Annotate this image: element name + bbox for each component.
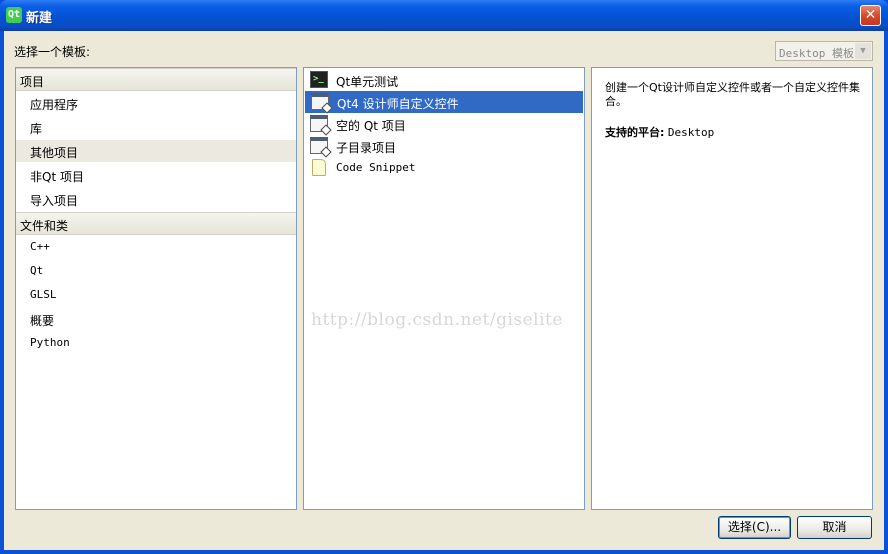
document-icon (312, 159, 326, 176)
qt-logo-icon: Qt (6, 7, 22, 23)
template-filter-select[interactable]: Desktop 模板 ▼ (775, 41, 873, 61)
chevron-down-icon[interactable]: ▼ (855, 43, 871, 59)
platform-label: 支持的平台: (605, 126, 665, 139)
category-list: 项目 应用程序 库 其他项目 非Qt 项目 导入项目 文件和类 C++ Qt G… (15, 67, 297, 510)
category-item-glsl[interactable]: GLSL (16, 284, 296, 306)
window-icon (310, 115, 328, 132)
category-header-files: 文件和类 (16, 212, 296, 235)
window-icon (310, 137, 328, 154)
dialog-body: 选择一个模板: Desktop 模板 ▼ 项目 应用程序 库 其他项目 非Qt … (4, 31, 884, 550)
choose-button[interactable]: 选择(C)... (718, 516, 791, 539)
title-bar[interactable]: Qt 新建 ✕ (0, 0, 888, 31)
close-icon: ✕ (864, 7, 877, 23)
template-item-designer-custom-widget[interactable]: Qt4 设计师自定义控件 (305, 91, 583, 113)
category-item-other-projects[interactable]: 其他项目 (16, 140, 296, 162)
category-item-cpp[interactable]: C++ (16, 236, 296, 258)
category-header-projects: 项目 (16, 68, 296, 91)
template-details: 创建一个Qt设计师自定义控件或者一个自定义控件集合。 支持的平台: Deskto… (591, 67, 873, 510)
close-button[interactable]: ✕ (860, 5, 881, 26)
supported-platforms: 支持的平台: Desktop (605, 124, 714, 140)
category-item-application[interactable]: 应用程序 (16, 92, 296, 114)
category-item-qt[interactable]: Qt (16, 260, 296, 282)
cancel-button[interactable]: 取消 (797, 516, 872, 539)
window-title: 新建 (26, 11, 53, 26)
watermark: http://blog.csdn.net/giselite (311, 310, 563, 330)
terminal-icon: >_ (310, 71, 328, 88)
category-item-overview[interactable]: 概要 (16, 308, 296, 330)
template-list: >_ Qt单元测试 Qt4 设计师自定义控件 空的 Qt 项目 子目录项目 Co… (303, 67, 585, 510)
template-filter-value: Desktop 模板 (779, 47, 854, 60)
category-item-non-qt-project[interactable]: 非Qt 项目 (16, 164, 296, 186)
category-item-import-project[interactable]: 导入项目 (16, 188, 296, 210)
window-icon (311, 93, 329, 110)
platform-value: Desktop (667, 126, 715, 139)
template-item-code-snippet[interactable]: Code Snippet (304, 157, 584, 179)
template-item-qt-unit-test[interactable]: >_ Qt单元测试 (304, 69, 584, 91)
category-item-python[interactable]: Python (16, 332, 296, 354)
template-description: 创建一个Qt设计师自定义控件或者一个自定义控件集合。 (605, 81, 860, 108)
template-item-subdirs-project[interactable]: 子目录项目 (304, 135, 584, 157)
template-item-empty-qt-project[interactable]: 空的 Qt 项目 (304, 113, 584, 135)
choose-template-label: 选择一个模板: (14, 45, 91, 59)
category-item-library[interactable]: 库 (16, 116, 296, 138)
new-dialog-window: Qt 新建 ✕ 选择一个模板: Desktop 模板 ▼ 项目 应用程序 库 其… (0, 0, 888, 554)
